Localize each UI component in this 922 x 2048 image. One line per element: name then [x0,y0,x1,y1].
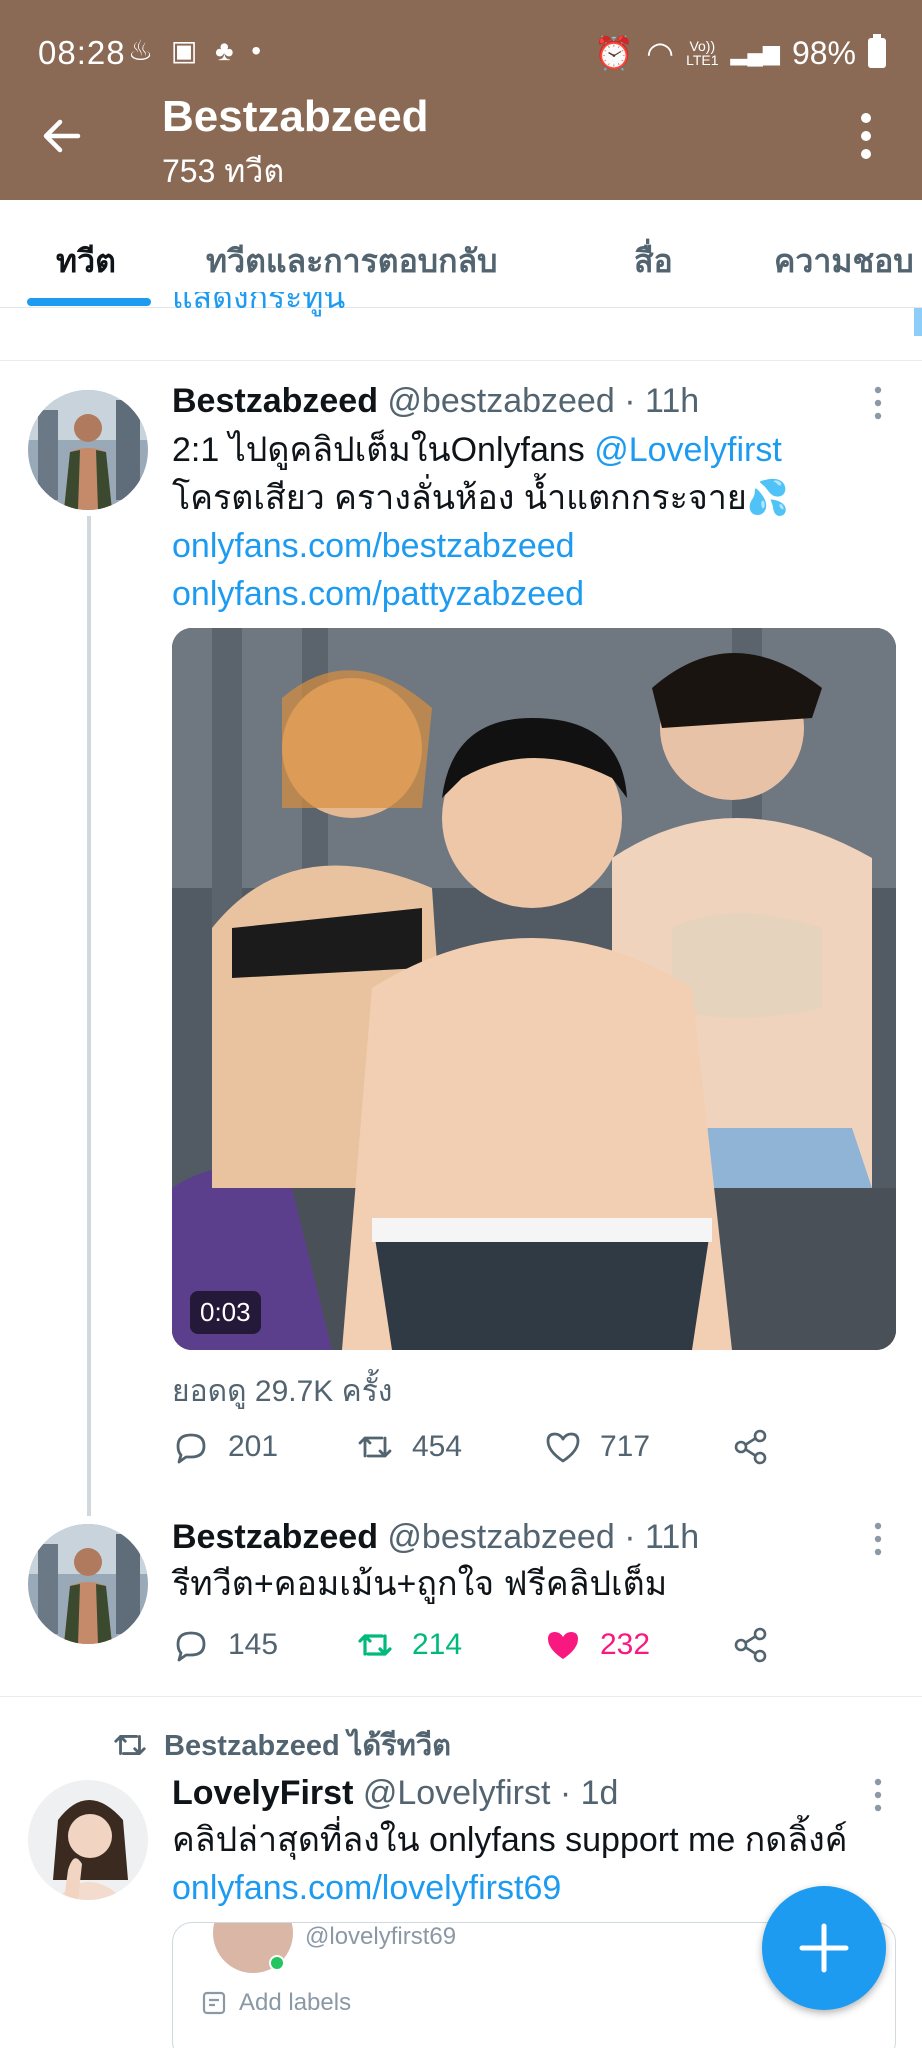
divider [0,360,922,361]
back-arrow-icon[interactable] [38,112,86,160]
tab-likes[interactable]: ความชอบ [774,236,914,287]
view-count: ยอดดู 29.7K ครั้ง [172,1375,393,1408]
retweet-icon [114,1735,146,1755]
tweet-time: · 1d [559,1774,619,1812]
tweet-time: · 11h [624,1518,700,1556]
battery-percent: 98% [791,34,856,71]
avatar[interactable] [28,1780,148,1900]
reply-button[interactable]: 201 [172,1428,278,1466]
divider [0,1696,922,1697]
like-icon [548,1632,578,1659]
tab-tweets[interactable]: ทวีต [56,236,116,287]
profile-tweet-count: 753 ทวีต [162,153,285,189]
reply-count: 201 [228,1430,279,1463]
retweet-count: 214 [412,1628,463,1661]
like-count: 717 [600,1430,651,1463]
share-button[interactable] [732,1428,770,1466]
retweeted-by-banner: Bestzabzeed ได้รีทวีต [112,1722,451,1768]
more-vertical-icon[interactable] [860,112,872,160]
like-count: 232 [600,1628,651,1661]
tweet-author-handle: @bestzabzeed [387,1518,615,1556]
profile-tabs: ทวีต ทวีตและการตอบกลับ สื่อ ความชอบ [0,200,922,308]
network-label-top: Vo)) [689,38,716,54]
tweet-more-icon[interactable] [874,1522,882,1556]
share-icon [734,1627,767,1663]
tweet-actions: 145 214 232 [172,1626,792,1674]
scrollbar[interactable] [914,308,922,336]
compose-plus-icon [799,1923,849,1973]
tweet-more-icon[interactable] [874,386,882,420]
avatar[interactable] [28,390,148,510]
battery-icon [868,34,886,68]
notification-icon: ♨ [128,35,154,66]
card-labels-text: Add labels [239,1989,352,2016]
tweet-time: · 11h [624,382,700,420]
tab-media[interactable]: สื่อ [634,236,673,287]
avatar[interactable] [28,1524,148,1644]
tweet-link[interactable]: onlyfans.com/pattyzabzeed [172,570,584,618]
retweet-button[interactable]: 214 [356,1626,462,1664]
tweet-text-line: 2:1 ไปดูคลิปเต็มในOnlyfans @Lovelyfirst [172,426,782,474]
tab-tweets-and-replies[interactable]: ทวีตและการตอบกลับ [206,236,497,287]
like-button[interactable]: 717 [544,1428,650,1466]
video-thumbnail [172,628,896,1350]
retweet-icon [358,1436,392,1458]
reply-icon [176,1631,206,1662]
share-button[interactable] [732,1626,770,1664]
mention-link[interactable]: @Lovelyfirst [594,431,782,469]
tweet-author-handle: @bestzabzeed [387,382,615,420]
tweet-author-name[interactable]: LovelyFirst [172,1774,353,1812]
tweet-header: Bestzabzeed @bestzabzeed · 11h [172,382,699,421]
thread-line [87,516,91,1516]
tweet-text: 2:1 ไปดูคลิปเต็มในOnlyfans [172,431,595,469]
notification-icon: ♣ [215,35,234,66]
status-bar: 08:28 ♨ ▣ ♣ • ⏰ ◠ Vo)) LTE1 ▂▄▆ 98% [0,0,922,104]
tweet-text: โครตเสียว ครางลั่นห้อง น้ำแตกกระจาย💦 [172,479,790,517]
notification-icon: ▣ [170,35,198,66]
tweet-link[interactable]: onlyfans.com/lovelyfirst69 [172,1864,561,1912]
notification-icons: ♨ ▣ ♣ • [128,34,271,67]
network-label-bottom: LTE1 [686,52,719,68]
show-thread-label: แสดงกระทู้นี้ [172,292,346,315]
tweet-author-handle: @Lovelyfirst [362,1774,551,1812]
tweet-more-icon[interactable] [874,1778,882,1812]
tweet-text: รีทวีต+คอมเม้น+ถูกใจ ฟรีคลิปเต็ม [172,1565,668,1603]
online-status-dot [269,1955,285,1971]
card-labels-row[interactable]: Add labels [201,1989,351,2017]
share-icon [734,1429,767,1465]
like-icon [546,1432,580,1463]
system-icons: ⏰ ◠ Vo)) LTE1 ▂▄▆ 98% [594,34,886,72]
video-duration: 0:03 [190,1291,261,1334]
tweet-text: คลิปล่าสุดที่ลงใน onlyfans support me กด… [172,1821,848,1859]
tweet-author-name[interactable]: Bestzabzeed [172,382,378,420]
reply-count: 145 [228,1628,279,1661]
app-header: 08:28 ♨ ▣ ♣ • ⏰ ◠ Vo)) LTE1 ▂▄▆ 98% Best… [0,0,922,200]
label-icon [202,1991,226,2015]
notification-icon: • [251,35,262,66]
profile-name: Bestzabzeed [162,92,429,141]
retweet-icon [358,1634,392,1656]
like-button[interactable]: 232 [544,1626,650,1664]
reply-button[interactable]: 145 [172,1626,278,1664]
tweet-header: LovelyFirst @Lovelyfirst · 1d [172,1774,618,1813]
tweet-link[interactable]: onlyfans.com/bestzabzeed [172,522,575,570]
retweet-count: 454 [412,1430,463,1463]
wifi-icon: ◠ [646,35,675,71]
retweeted-by-text: Bestzabzeed ได้รีทวีต [164,1730,451,1762]
tweet-author-name[interactable]: Bestzabzeed [172,1518,378,1556]
reply-icon [176,1433,206,1464]
show-thread-link[interactable]: แสดงกระทู้นี้ [172,292,345,322]
tweet-header: Bestzabzeed @bestzabzeed · 11h [172,1518,699,1557]
active-tab-indicator [27,298,151,306]
compose-tweet-button[interactable] [762,1886,886,2010]
alarm-icon: ⏰ [594,35,635,71]
card-handle: @lovelyfirst69 [305,1923,457,1950]
tweet-video[interactable]: 0:03 [172,628,896,1350]
signal-icon: ▂▄▆ [730,40,780,65]
network-label: Vo)) LTE1 [686,39,718,67]
status-time: 08:28 [38,34,126,71]
retweet-button[interactable]: 454 [356,1428,462,1466]
tweet-actions: 201 454 717 [172,1428,792,1476]
